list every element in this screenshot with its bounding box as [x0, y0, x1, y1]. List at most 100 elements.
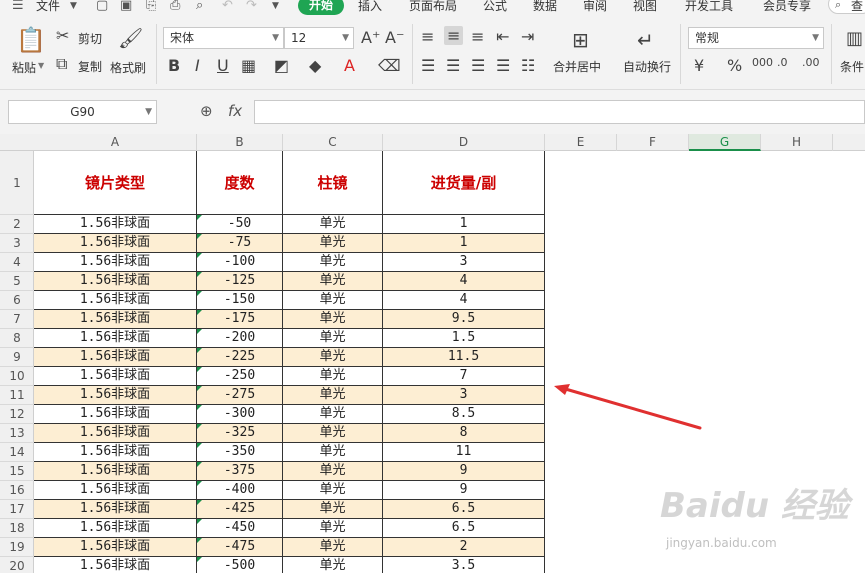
fill-style-icon[interactable]: ◩ — [274, 56, 289, 75]
degree-cell[interactable]: -175 — [197, 310, 283, 329]
align-center-icon[interactable]: ☰ — [446, 56, 460, 75]
wrap-text-button[interactable]: 自动换行 — [623, 58, 671, 75]
font-color-icon[interactable]: A — [344, 56, 355, 75]
degree-cell[interactable]: -400 — [197, 481, 283, 500]
column-header-f[interactable]: F — [617, 134, 689, 151]
quantity-cell[interactable]: 9.5 — [383, 310, 545, 329]
quantity-cell[interactable]: 6.5 — [383, 500, 545, 519]
row-header[interactable]: 1 — [0, 151, 34, 215]
column-header-c[interactable]: C — [283, 134, 383, 151]
column-header-e[interactable]: E — [545, 134, 617, 151]
quantity-cell[interactable]: 7 — [383, 367, 545, 386]
quantity-cell[interactable]: 1 — [383, 234, 545, 253]
lens-type-cell[interactable]: 1.56非球面 — [34, 310, 197, 329]
chevron-down-icon[interactable]: ▼ — [38, 61, 44, 70]
lens-type-cell[interactable]: 1.56非球面 — [34, 253, 197, 272]
indent-decrease-icon[interactable]: ⇤ — [496, 27, 509, 46]
border-icon[interactable]: ▦ — [241, 56, 256, 75]
lens-type-cell[interactable]: 1.56非球面 — [34, 424, 197, 443]
quantity-cell[interactable]: 9 — [383, 481, 545, 500]
tab-review[interactable]: 审阅 — [583, 0, 607, 14]
row-header[interactable]: 11 — [0, 386, 34, 405]
quantity-cell[interactable]: 2 — [383, 538, 545, 557]
redo-icon[interactable]: ↷ — [246, 0, 257, 13]
degree-cell[interactable]: -100 — [197, 253, 283, 272]
quantity-cell[interactable]: 3 — [383, 386, 545, 405]
row-header[interactable]: 4 — [0, 253, 34, 272]
header-cell[interactable]: 进货量/副 — [383, 151, 545, 215]
cylinder-cell[interactable]: 单光 — [283, 424, 383, 443]
tab-formulas[interactable]: 公式 — [483, 0, 507, 14]
name-box[interactable]: G90 ▼ — [8, 100, 157, 124]
font-size-select[interactable]: 12 ▼ — [284, 27, 354, 49]
column-header-a[interactable]: A — [34, 134, 197, 151]
quantity-cell[interactable]: 4 — [383, 272, 545, 291]
lens-type-cell[interactable]: 1.56非球面 — [34, 405, 197, 424]
lens-type-cell[interactable]: 1.56非球面 — [34, 443, 197, 462]
degree-cell[interactable]: -325 — [197, 424, 283, 443]
degree-cell[interactable]: -225 — [197, 348, 283, 367]
degree-cell[interactable]: -150 — [197, 291, 283, 310]
degree-cell[interactable]: -125 — [197, 272, 283, 291]
cylinder-cell[interactable]: 单光 — [283, 443, 383, 462]
menu-file[interactable]: 文件 — [36, 0, 60, 14]
search-box[interactable]: ⌕ 查 — [828, 0, 865, 14]
new-file-icon[interactable]: ▢ — [96, 0, 108, 13]
print-preview-icon[interactable]: ⌕ — [196, 0, 203, 13]
quantity-cell[interactable]: 8 — [383, 424, 545, 443]
degree-cell[interactable]: -350 — [197, 443, 283, 462]
number-format-select[interactable]: 常规 ▼ — [688, 27, 824, 49]
cylinder-cell[interactable]: 单光 — [283, 500, 383, 519]
quantity-cell[interactable]: 6.5 — [383, 519, 545, 538]
merge-icon[interactable]: ⊞ — [572, 28, 589, 52]
quantity-cell[interactable]: 11.5 — [383, 348, 545, 367]
tab-page-layout[interactable]: 页面布局 — [409, 0, 457, 14]
align-left-icon[interactable]: ☰ — [421, 56, 435, 75]
cylinder-cell[interactable]: 单光 — [283, 310, 383, 329]
row-header[interactable]: 7 — [0, 310, 34, 329]
quantity-cell[interactable]: 11 — [383, 443, 545, 462]
formula-input[interactable] — [254, 100, 865, 124]
scissors-icon[interactable]: ✂ — [56, 26, 69, 45]
degree-cell[interactable]: -375 — [197, 462, 283, 481]
degree-cell[interactable]: -475 — [197, 538, 283, 557]
chevron-down-icon[interactable]: ▼ — [272, 1, 279, 11]
lens-type-cell[interactable]: 1.56非球面 — [34, 215, 197, 234]
copy-icon[interactable]: ⧉ — [56, 54, 67, 74]
currency-icon[interactable]: ¥ — [694, 56, 704, 75]
cylinder-cell[interactable]: 单光 — [283, 367, 383, 386]
header-cell[interactable]: 柱镜 — [283, 151, 383, 215]
share-icon[interactable]: ⎘ — [146, 0, 156, 13]
quantity-cell[interactable]: 8.5 — [383, 405, 545, 424]
degree-cell[interactable]: -250 — [197, 367, 283, 386]
lens-type-cell[interactable]: 1.56非球面 — [34, 462, 197, 481]
tab-home[interactable]: 开始 — [298, 0, 344, 15]
column-header-g[interactable]: G — [689, 134, 761, 151]
row-header[interactable]: 6 — [0, 291, 34, 310]
quantity-cell[interactable]: 1 — [383, 215, 545, 234]
lens-type-cell[interactable]: 1.56非球面 — [34, 538, 197, 557]
degree-cell[interactable]: -275 — [197, 386, 283, 405]
thousands-icon[interactable]: 000 — [752, 56, 773, 69]
print-icon[interactable]: ⎙ — [170, 0, 180, 13]
row-header[interactable]: 18 — [0, 519, 34, 538]
tab-developer[interactable]: 开发工具 — [685, 0, 733, 14]
quantity-cell[interactable]: 1.5 — [383, 329, 545, 348]
row-header[interactable]: 19 — [0, 538, 34, 557]
cylinder-cell[interactable]: 单光 — [283, 538, 383, 557]
lens-type-cell[interactable]: 1.56非球面 — [34, 348, 197, 367]
cylinder-cell[interactable]: 单光 — [283, 215, 383, 234]
tab-insert[interactable]: 插入 — [358, 0, 382, 14]
lens-type-cell[interactable]: 1.56非球面 — [34, 519, 197, 538]
percent-icon[interactable]: % — [727, 56, 742, 75]
header-cell[interactable]: 镜片类型 — [34, 151, 197, 215]
align-middle-icon[interactable]: ≡ — [444, 26, 464, 45]
degree-cell[interactable]: -500 — [197, 557, 283, 573]
clear-format-icon[interactable]: ⌫ — [378, 56, 401, 75]
cylinder-cell[interactable]: 单光 — [283, 272, 383, 291]
merge-center-button[interactable]: 合并居中 — [553, 58, 601, 75]
row-header[interactable]: 12 — [0, 405, 34, 424]
align-bottom-icon[interactable]: ≡ — [471, 27, 484, 46]
lens-type-cell[interactable]: 1.56非球面 — [34, 481, 197, 500]
degree-cell[interactable]: -425 — [197, 500, 283, 519]
